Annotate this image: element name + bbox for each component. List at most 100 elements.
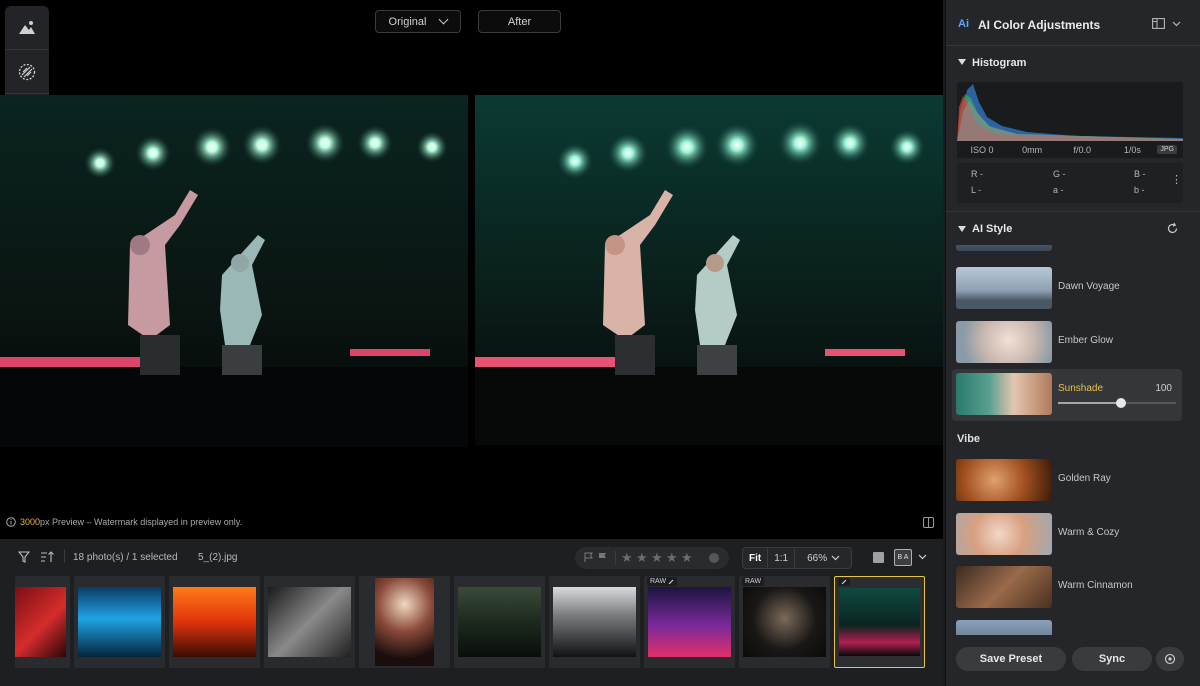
star-1[interactable]: ★ [621,550,633,566]
r-value: R - [971,169,983,179]
raw-label: RAW [745,578,762,585]
style-thumbnail [956,321,1052,363]
single-view-icon[interactable] [873,552,884,563]
style-label: Dawn Voyage [1058,281,1120,292]
exif-info: ISO 0 0mm f/0.0 1/0s JPG [957,141,1183,158]
style-thumbnail [956,267,1052,309]
compare-mode-dropdown[interactable]: Original [375,10,461,33]
style-item-warm-cinnamon[interactable]: Warm Cinnamon [952,562,1182,612]
photo-after [475,95,943,445]
style-label: Warm & Cozy [1058,527,1120,538]
reset-icon[interactable] [1166,222,1179,235]
thumbnail[interactable] [549,576,640,668]
style-item-dawn-voyage[interactable]: Dawn Voyage [952,263,1182,313]
reject-flag-icon[interactable] [597,552,608,563]
style-item-warm-cozy[interactable]: Warm & Cozy [952,509,1182,559]
chevron-down-icon[interactable] [1172,21,1181,27]
panel-footer: Save Preset Sync [946,645,1200,673]
collapse-triangle-icon[interactable] [958,59,966,65]
a-value: a - [1053,185,1064,195]
flag-icon[interactable] [583,552,594,563]
thumbnail[interactable] [359,576,450,668]
sort-icon[interactable] [40,551,54,563]
edited-badge [838,578,850,586]
l-value: L - [971,185,982,195]
iso-value: ISO 0 [970,144,994,155]
thumbnail[interactable] [264,576,355,668]
star-3[interactable]: ★ [651,550,663,566]
thumbnail-selected[interactable] [834,576,925,668]
raw-badge: RAW [647,577,678,586]
style-label: Sunshade [1058,383,1104,394]
chevron-down-icon[interactable] [918,554,927,560]
photo-before [0,95,468,447]
style-item-sunshade[interactable]: Sunshade 100 [952,369,1182,421]
after-tab[interactable]: After [478,10,561,33]
ai-icon: Ai [958,18,969,30]
chevron-down-icon [439,14,449,25]
b-value: B - [1134,169,1146,179]
sync-label: Sync [1098,653,1126,665]
style-thumbnail [956,566,1052,608]
histogram-title: Histogram [972,57,1027,69]
style-item[interactable] [952,245,1182,255]
filmstrip-toolbar: 18 photo(s) / 1 selected 5_(2).jpg ★ ★ ★… [0,539,943,575]
shutter-value: 1/0s [1123,144,1141,155]
style-item-ember-glow[interactable]: Ember Glow [952,317,1182,367]
before-after-button[interactable]: B A [894,549,912,566]
zoom-fit-button[interactable]: Fit [743,548,769,568]
thumbnail[interactable] [15,576,70,668]
style-strength-slider[interactable] [1058,398,1176,408]
thumbnail-raw[interactable]: RAW [644,576,735,668]
save-preset-button[interactable]: Save Preset [956,647,1066,671]
split-view-icon[interactable] [923,517,934,528]
panel-header: Ai AI Color Adjustments [946,0,1200,46]
thumbnail[interactable] [454,576,545,668]
star-2[interactable]: ★ [636,550,648,566]
texture-tool[interactable] [5,50,49,94]
color-readout: R - G - B - L - a - b - ⋮ [957,163,1183,203]
settings-icon [1164,653,1176,665]
edited-icon [668,579,674,584]
slider-fill [1058,402,1120,404]
sync-button[interactable]: Sync [1072,647,1152,671]
zoom-percent-dropdown[interactable]: 66% [795,548,846,568]
style-item-golden-ray[interactable]: Golden Ray [952,455,1182,505]
ai-style-title: AI Style [972,223,1013,235]
info-icon [6,517,16,527]
style-thumbnail [956,459,1052,501]
preview-note: 3000px Preview – Watermark displayed in … [6,517,242,527]
zoom-1to1-button[interactable]: 1:1 [768,548,796,568]
raw-label: RAW [650,578,667,585]
style-label: Ember Glow [1058,335,1114,346]
sync-settings-button[interactable] [1156,647,1184,671]
style-list: Dawn Voyage Ember Glow Sunshade 100 Vibe… [946,245,1200,635]
panel-layout-icon[interactable] [1152,18,1165,29]
style-item[interactable] [952,616,1182,635]
thumbnail[interactable] [74,576,165,668]
filter-icon[interactable] [18,551,30,563]
photo-count: 18 photo(s) / 1 selected [73,552,178,563]
portrait-ai-icon [19,20,35,34]
style-thumbnail [956,513,1052,555]
format-badge: JPG [1157,145,1177,154]
color-label-dot[interactable] [709,553,719,563]
preview-text: px Preview – Watermark displayed in prev… [40,517,243,527]
star-5[interactable]: ★ [681,550,693,566]
raw-badge: RAW [742,577,765,586]
adjustments-panel: Ai AI Color Adjustments Histogram ISO 0 … [945,0,1200,686]
vibe-title: Vibe [957,433,981,445]
compare-mode-label: Original [388,15,427,28]
more-icon[interactable]: ⋮ [1171,173,1182,186]
thumbnail-raw[interactable]: RAW [739,576,830,668]
thumbnail[interactable] [169,576,260,668]
before-after-label: B A [897,554,909,561]
collapse-triangle-icon[interactable] [958,226,966,232]
portrait-ai-tool[interactable] [5,6,49,50]
chevron-down-icon [831,555,840,561]
save-preset-label: Save Preset [979,653,1043,665]
star-4[interactable]: ★ [666,550,678,566]
after-label: After [507,15,532,28]
focal-value: 0mm [1022,144,1043,155]
slider-knob[interactable] [1116,398,1126,408]
